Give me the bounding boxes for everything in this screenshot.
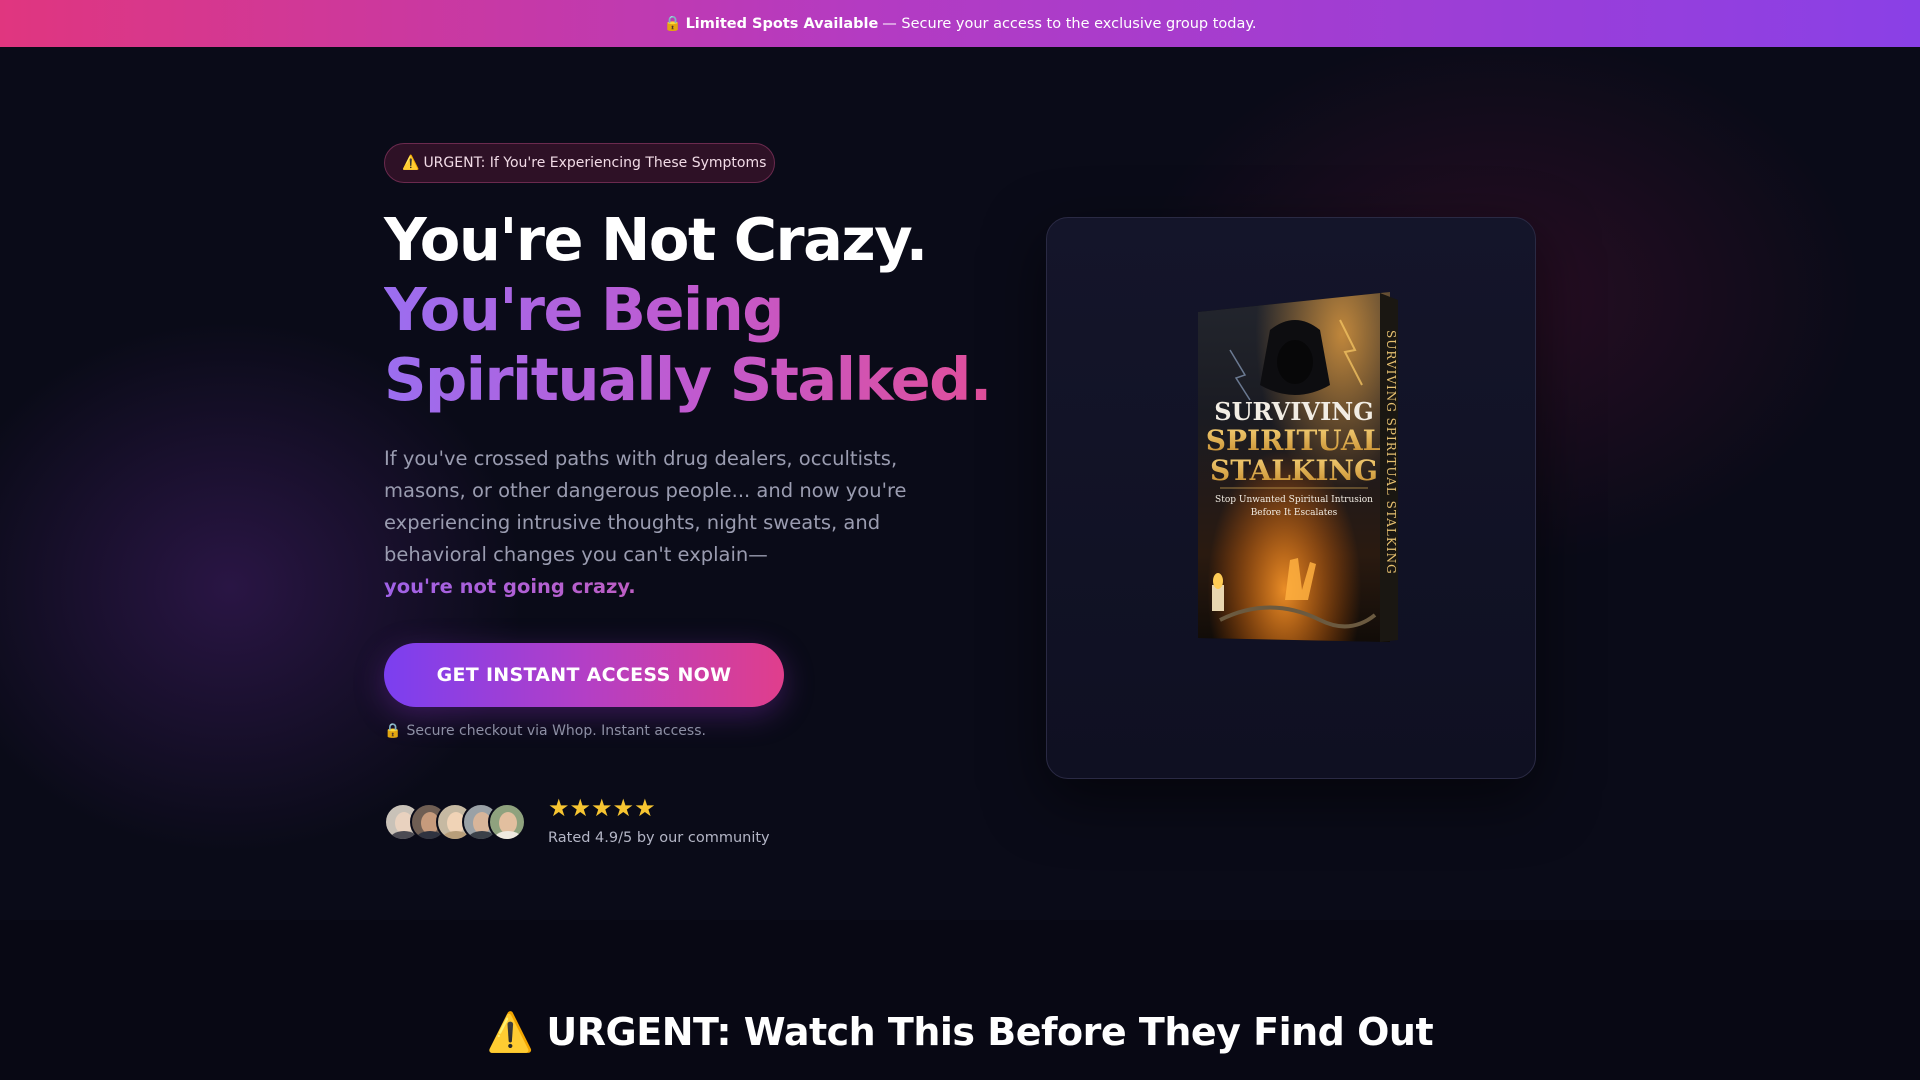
book-title-2: SPIRITUAL bbox=[1206, 424, 1383, 457]
lock-icon: 🔒 bbox=[663, 16, 682, 32]
lock-icon: 🔒 bbox=[384, 723, 402, 739]
announcement-bar: 🔒 Limited Spots Available — Secure your … bbox=[0, 0, 1920, 47]
announcement-bold: Limited Spots Available bbox=[685, 15, 879, 32]
headline-line-1: You're Not Crazy. bbox=[384, 205, 928, 274]
description-text: If you've crossed paths with drug dealer… bbox=[384, 447, 907, 566]
book-cover-image: SURVIVING SPIRITUAL STALKING Stop Unwant… bbox=[1198, 292, 1398, 642]
avatar-group bbox=[384, 803, 526, 843]
rating-text: Rated 4.9/5 by our community bbox=[548, 830, 770, 846]
urgent-section bbox=[0, 920, 1920, 1080]
avatar bbox=[488, 803, 526, 841]
hero-description: If you've crossed paths with drug dealer… bbox=[384, 443, 924, 603]
description-highlight: you're not going crazy. bbox=[384, 571, 924, 603]
secure-text: Secure checkout via Whop. Instant access… bbox=[406, 723, 706, 739]
hero-section bbox=[0, 47, 1920, 920]
headline-line-3: Spiritually Stalked. bbox=[384, 345, 992, 414]
book-title-3: STALKING bbox=[1210, 454, 1378, 487]
secure-checkout-note: 🔒 Secure checkout via Whop. Instant acce… bbox=[384, 723, 706, 739]
badge-text: URGENT: If You're Experiencing These Sym… bbox=[423, 155, 767, 171]
book-spine-text: SURVIVING SPIRITUAL STALKING bbox=[1384, 330, 1398, 575]
announcement-text: — Secure your access to the exclusive gr… bbox=[882, 15, 1257, 32]
urgent-badge: ⚠️ URGENT: If You're Experiencing These … bbox=[384, 143, 775, 183]
warning-icon: ⚠️ bbox=[486, 1010, 534, 1054]
hero-headline: You're Not Crazy. You're Being Spiritual… bbox=[384, 205, 992, 415]
star-rating: ★★★★★ bbox=[548, 794, 656, 822]
get-access-button[interactable]: GET INSTANT ACCESS NOW bbox=[384, 643, 784, 707]
book-subtitle-2: Before It Escalates bbox=[1251, 508, 1338, 518]
headline-line-2: You're Being bbox=[384, 275, 991, 345]
section-headline: ⚠️ URGENT: Watch This Before They Find O… bbox=[0, 1010, 1920, 1055]
section-headline-text: URGENT: Watch This Before They Find Out bbox=[546, 1010, 1434, 1054]
book-subtitle-1: Stop Unwanted Spiritual Intrusion bbox=[1215, 495, 1373, 505]
book-title-1: SURVIVING bbox=[1214, 397, 1373, 426]
warning-icon: ⚠️ bbox=[402, 155, 420, 171]
